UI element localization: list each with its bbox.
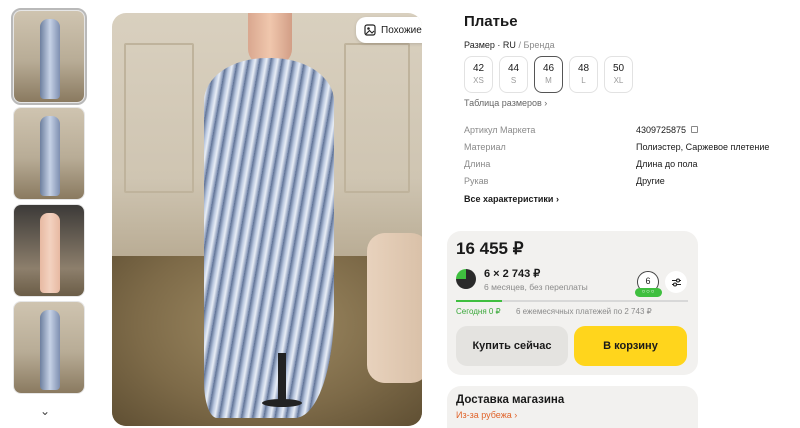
payment-progress-fill [456,300,503,302]
size-option-44[interactable]: 44 S [499,56,528,93]
size-system-brand[interactable]: / Бренда [516,40,554,50]
size-option-42[interactable]: 42 XS [464,56,493,93]
buy-now-button[interactable]: Купить сейчас [456,326,568,366]
product-title: Платье [464,13,518,30]
installment-dots: ○○○ [635,288,662,297]
size-table-link[interactable]: Таблица размеров › [464,98,547,108]
size-option-50[interactable]: 50 XL [604,56,633,93]
thumbnails-scroll-down-icon[interactable]: ⌄ [40,404,50,418]
delivery-title: Доставка магазина [456,394,565,406]
main-product-image[interactable]: Похожие [112,13,422,426]
similar-label: Похожие [381,24,422,36]
thumbnail-4[interactable] [13,301,85,394]
split-settings-button[interactable] [665,271,687,293]
property-row: Рукав Другие [464,176,665,186]
split-amount[interactable]: 6 × 2 743 ₽ [484,267,540,280]
dress-image [204,58,334,418]
similar-button[interactable]: Похожие [356,17,422,43]
all-properties-link[interactable]: Все характеристики › [464,194,559,204]
split-terms: 6 месяцев, без переплаты [484,282,588,292]
thumbnail-1[interactable] [11,8,87,105]
delivery-card: Доставка магазина Из-за рубежа › [447,386,698,428]
thumbnail-2[interactable] [13,107,85,200]
thumbnail-list [11,8,87,398]
thumbnail-3[interactable] [13,204,85,297]
price: 16 455 ₽ [456,239,524,258]
add-to-cart-button[interactable]: В корзину [574,326,687,366]
similar-icon [364,24,376,36]
size-options: 42 XS 44 S 46 M 48 L 50 XL [464,56,633,93]
size-system-ru[interactable]: Размер · RU [464,40,516,50]
size-option-48[interactable]: 48 L [569,56,598,93]
property-row: Длина Длина до пола [464,159,698,169]
article-number: 4309725875 [636,125,687,135]
size-option-46[interactable]: 46 M [534,56,563,93]
property-row: Артикул Маркета 4309725875 [464,125,794,142]
split-payment-icon [456,269,476,289]
property-row: Материал Полиэстер, Саржевое плетение [464,142,770,152]
price-card: 16 455 ₽ 6 × 2 743 ₽ 6 месяцев, без пере… [447,231,698,375]
monthly-payments: 6 ежемесячных платежей по 2 743 ₽ [516,307,652,316]
today-payment: Сегодня 0 ₽ [456,307,501,316]
size-system-selector[interactable]: Размер · RU / Бренда [464,40,555,50]
copy-icon[interactable] [691,126,699,133]
delivery-origin-link[interactable]: Из-за рубежа › [456,410,517,420]
payment-progress [456,300,688,302]
chair-image [367,233,422,383]
sliders-icon [671,277,681,287]
properties-list: Артикул Маркета 4309725875 Материал Полиэс… [464,125,794,193]
